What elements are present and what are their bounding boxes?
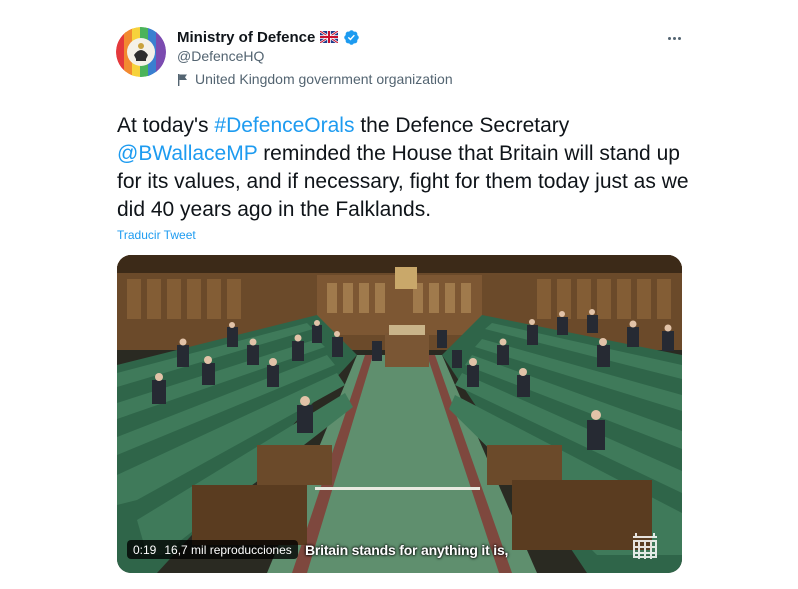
hashtag-link[interactable]: #DefenceOrals: [214, 114, 354, 137]
video-caption: Britain stands for anything it is,: [305, 542, 509, 558]
gov-label-text: United Kingdom government organization: [195, 71, 453, 87]
tweet-header: Ministry of Defence @DefenceHQ United Ki…: [177, 27, 453, 88]
tweet-card: Ministry of Defence @DefenceHQ United Ki…: [0, 0, 798, 589]
translate-link[interactable]: Traducir Tweet: [117, 228, 196, 242]
name-row: Ministry of Defence: [177, 27, 453, 47]
avatar[interactable]: [116, 27, 166, 77]
portcullis-icon: [630, 529, 660, 563]
display-name[interactable]: Ministry of Defence: [177, 29, 315, 46]
verified-badge-icon: [343, 29, 360, 46]
flag-icon: [177, 73, 189, 86]
video-duration: 0:19: [133, 542, 157, 557]
video-player[interactable]: 0:19 16,7 mil reproducciones Britain sta…: [117, 255, 682, 573]
handle[interactable]: @DefenceHQ: [177, 48, 453, 64]
video-badge: 0:19 16,7 mil reproducciones: [127, 540, 298, 559]
tweet-text: At today's #DefenceOrals the Defence Sec…: [117, 112, 697, 224]
more-options-icon[interactable]: [664, 28, 684, 48]
tweet-text-part: At today's: [117, 114, 215, 137]
video-frame: [117, 255, 682, 573]
video-views: 16,7 mil reproducciones: [164, 542, 292, 557]
tweet-text-part: the Defence Secretary: [354, 114, 570, 137]
gov-label: United Kingdom government organization: [177, 71, 453, 87]
mention-link[interactable]: @BWallaceMP: [117, 142, 257, 165]
uk-flag-icon: [319, 30, 340, 44]
